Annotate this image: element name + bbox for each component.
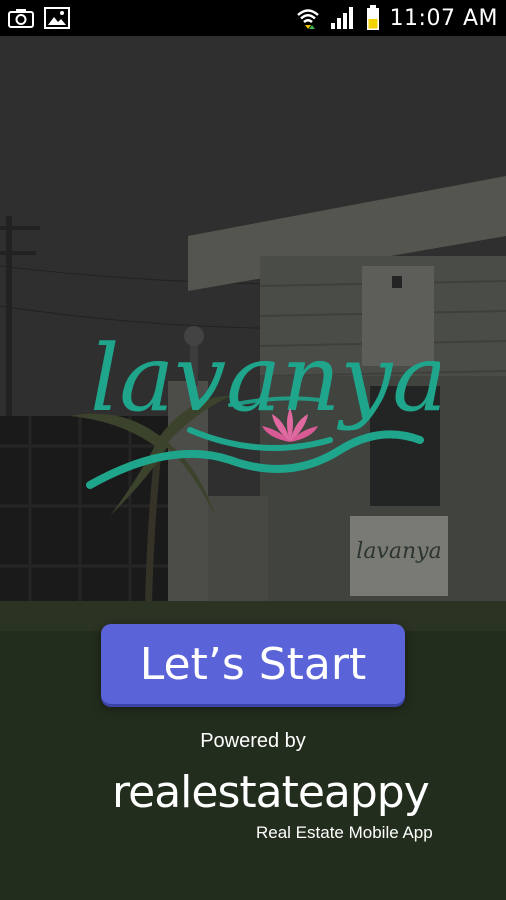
logo-text: lavanya: [90, 325, 440, 432]
brand-tagline: Real Estate Mobile App: [256, 823, 433, 842]
signal-icon: [330, 6, 356, 30]
wifi-icon: [296, 6, 320, 30]
battery-icon: [366, 5, 380, 31]
brand-name: realestateappy: [112, 766, 430, 818]
status-bar: 11:07 AM: [0, 0, 506, 36]
powered-by-label: Powered by: [200, 730, 306, 752]
clock: 11:07 AM: [389, 5, 498, 31]
camera-icon: [8, 8, 34, 28]
lets-start-button[interactable]: Let’s Start: [101, 624, 405, 704]
image-icon: [44, 7, 70, 29]
lavanya-logo: lavanya: [80, 300, 447, 490]
